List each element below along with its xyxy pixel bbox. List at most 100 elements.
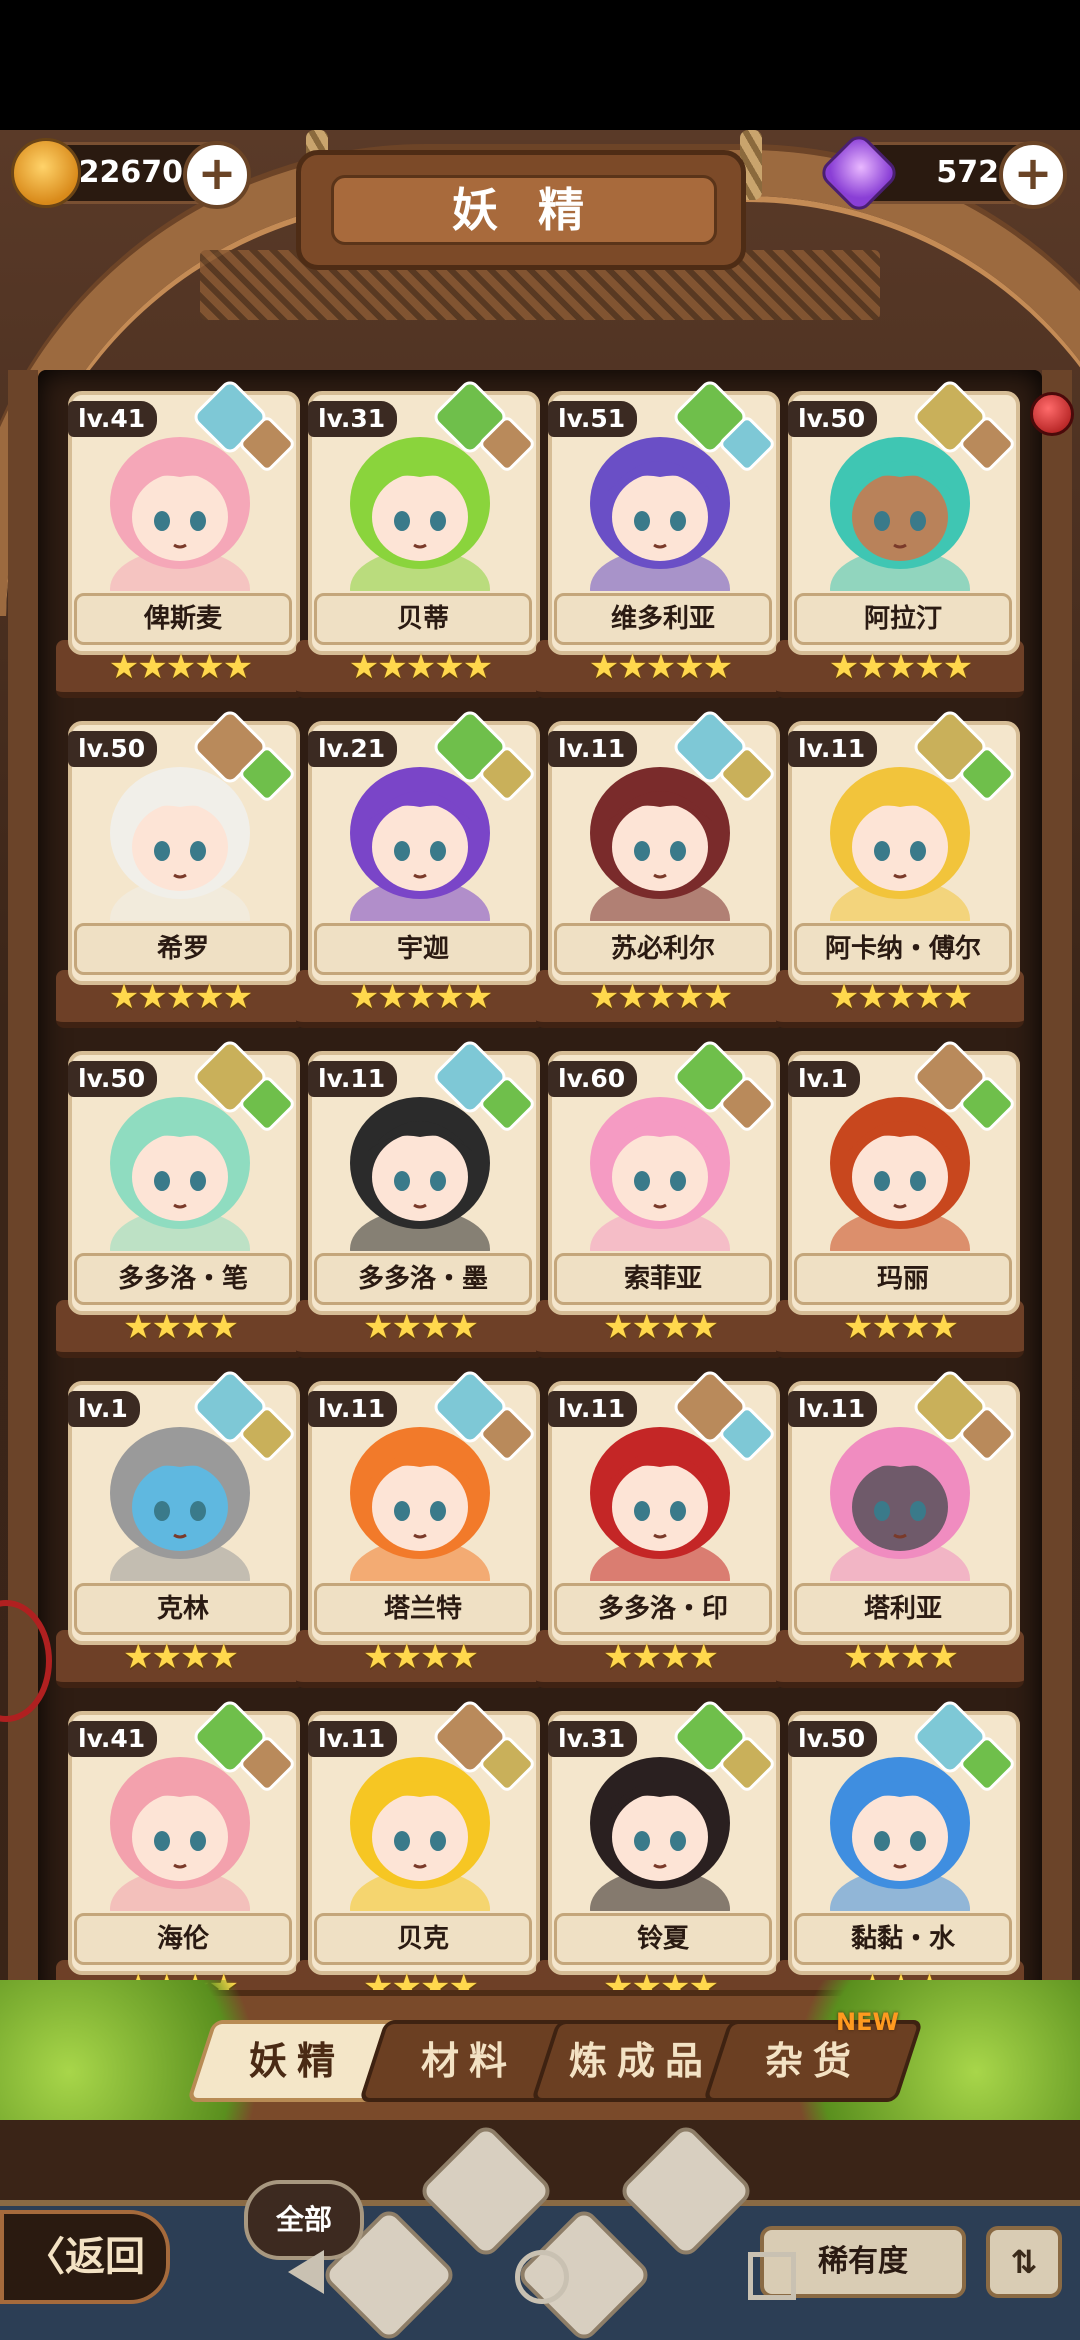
fairy-name: 宇迦: [314, 923, 532, 975]
left-post: [8, 370, 38, 2010]
fairy-card[interactable]: lv.51 维多利亚 ★★★★★: [536, 377, 784, 698]
level-badge: lv.41: [68, 401, 158, 437]
fairy-name: 苏必利尔: [554, 923, 772, 975]
level-badge: lv.50: [68, 1061, 158, 1097]
level-badge: lv.41: [68, 1721, 158, 1757]
fairy-name: 塔利亚: [794, 1583, 1012, 1635]
red-bead-icon: [1030, 392, 1074, 436]
fairy-card[interactable]: lv.50 希罗 ★★★★★: [56, 707, 304, 1028]
gem-counter: 572 +: [816, 130, 1067, 216]
star-rating: ★★★★★: [348, 647, 493, 687]
title-board: 妖 精: [296, 150, 746, 270]
level-badge: lv.11: [548, 1391, 638, 1427]
fairy-name: 多多洛・墨: [314, 1253, 532, 1305]
star-rating: ★★★★★: [828, 977, 973, 1017]
fairy-card[interactable]: lv.11 阿卡纳・傅尔 ★★★★★: [776, 707, 1024, 1028]
fairy-card[interactable]: lv.50 多多洛・笔 ★★★★: [56, 1037, 304, 1358]
page-title: 妖 精: [331, 175, 717, 245]
star-rating: ★★★★★: [828, 647, 973, 687]
fairy-name: 阿卡纳・傅尔: [794, 923, 1012, 975]
level-badge: lv.1: [788, 1061, 860, 1097]
tab-label: 妖精: [248, 2039, 345, 2083]
star-rating: ★★★★: [123, 1307, 239, 1347]
right-post: [1042, 370, 1072, 2010]
new-badge: NEW: [836, 2008, 899, 2036]
star-rating: ★★★★: [843, 1307, 959, 1347]
coin-counter: 22670 +: [11, 138, 251, 209]
fairy-name: 黏黏・水: [794, 1913, 1012, 1965]
star-rating: ★★★★: [363, 1307, 479, 1347]
level-badge: lv.60: [548, 1061, 638, 1097]
fairy-name: 多多洛・笔: [74, 1253, 292, 1305]
level-badge: lv.11: [788, 1391, 878, 1427]
fairy-card[interactable]: lv.11 塔兰特 ★★★★: [296, 1367, 544, 1688]
fairy-card[interactable]: lv.21 宇迦 ★★★★★: [296, 707, 544, 1028]
sort-icon[interactable]: ⇅: [986, 2226, 1062, 2298]
level-badge: lv.31: [548, 1721, 638, 1757]
fairy-card[interactable]: lv.41 俾斯麦 ★★★★★: [56, 377, 304, 698]
star-rating: ★★★★★: [348, 977, 493, 1017]
nav-back-icon[interactable]: [288, 2250, 324, 2294]
fairy-card[interactable]: lv.11 多多洛・墨 ★★★★: [296, 1037, 544, 1358]
fairy-name: 贝克: [314, 1913, 532, 1965]
fairy-card[interactable]: lv.11 苏必利尔 ★★★★★: [536, 707, 784, 1028]
fairy-card[interactable]: lv.50黏黏・水★★★: [776, 1697, 1024, 2018]
level-badge: lv.31: [308, 401, 398, 437]
fairy-card[interactable]: lv.1 克林 ★★★★: [56, 1367, 304, 1688]
star-rating: ★★★★★: [108, 977, 253, 1017]
star-rating: ★★★★: [603, 1307, 719, 1347]
status-bar: [0, 0, 1080, 130]
level-badge: lv.11: [308, 1721, 398, 1757]
fairy-name: 索菲亚: [554, 1253, 772, 1305]
fairy-name: 俾斯麦: [74, 593, 292, 645]
fairy-name: 玛丽: [794, 1253, 1012, 1305]
star-rating: ★★★★: [363, 1637, 479, 1677]
fairy-card[interactable]: lv.11 贝克 ★★★★: [296, 1697, 544, 2018]
fairy-name: 希罗: [74, 923, 292, 975]
filter-all-button[interactable]: 全部: [244, 2180, 364, 2260]
crown-coin-icon: [11, 138, 81, 208]
fairy-card[interactable]: lv.60 索菲亚 ★★★★: [536, 1037, 784, 1358]
fairy-card[interactable]: lv.31 贝蒂 ★★★★★: [296, 377, 544, 698]
back-button[interactable]: 〈返回: [0, 2210, 170, 2304]
fairy-name: 阿拉汀: [794, 593, 1012, 645]
level-badge: lv.50: [788, 1721, 878, 1757]
fairy-card[interactable]: lv.1 玛丽 ★★★★: [776, 1037, 1024, 1358]
fairy-card[interactable]: lv.31 铃夏 ★★★★: [536, 1697, 784, 2018]
nav-recent-icon[interactable]: [748, 2252, 796, 2300]
fairy-name: 塔兰特: [314, 1583, 532, 1635]
level-badge: lv.1: [68, 1391, 140, 1427]
star-rating: ★★★★★: [588, 647, 733, 687]
fairy-card[interactable]: lv.41海伦★★★★: [56, 1697, 304, 2018]
level-badge: lv.50: [788, 401, 878, 437]
fairy-card[interactable]: lv.11 多多洛・印 ★★★★: [536, 1367, 784, 1688]
coin-amount: 22670: [78, 155, 183, 190]
star-rating: ★★★★★: [108, 647, 253, 687]
level-badge: lv.50: [68, 731, 158, 767]
star-rating: ★★★★★: [588, 977, 733, 1017]
level-badge: lv.11: [308, 1391, 398, 1427]
star-rating: ★★★★: [843, 1637, 959, 1677]
fairy-card[interactable]: lv.50 阿拉汀 ★★★★★: [776, 377, 1024, 698]
nav-home-icon[interactable]: [515, 2250, 569, 2304]
gem-amount: 572: [936, 155, 999, 190]
fairy-card[interactable]: lv.11 塔利亚 ★★★★: [776, 1367, 1024, 1688]
level-badge: lv.11: [788, 731, 878, 767]
fairy-name: 海伦: [74, 1913, 292, 1965]
add-coins-button[interactable]: +: [183, 141, 251, 209]
fairy-name: 铃夏: [554, 1913, 772, 1965]
tab-label: 材料: [420, 2039, 517, 2083]
level-badge: lv.51: [548, 401, 638, 437]
star-rating: ★★★★: [603, 1637, 719, 1677]
level-badge: lv.11: [548, 731, 638, 767]
fairy-name: 克林: [74, 1583, 292, 1635]
add-gems-button[interactable]: +: [999, 141, 1067, 209]
game-screen: 妖 精 22670 + 572 + lv.41 俾斯麦 ★★★★★ lv.31 贝蒂 ★★…: [0, 0, 1080, 2340]
fairy-name: 维多利亚: [554, 593, 772, 645]
fairy-name: 贝蒂: [314, 593, 532, 645]
fairy-name: 多多洛・印: [554, 1583, 772, 1635]
level-badge: lv.11: [308, 1061, 398, 1097]
tab-label: 炼成品: [568, 2039, 713, 2083]
level-badge: lv.21: [308, 731, 398, 767]
star-rating: ★★★★: [123, 1637, 239, 1677]
